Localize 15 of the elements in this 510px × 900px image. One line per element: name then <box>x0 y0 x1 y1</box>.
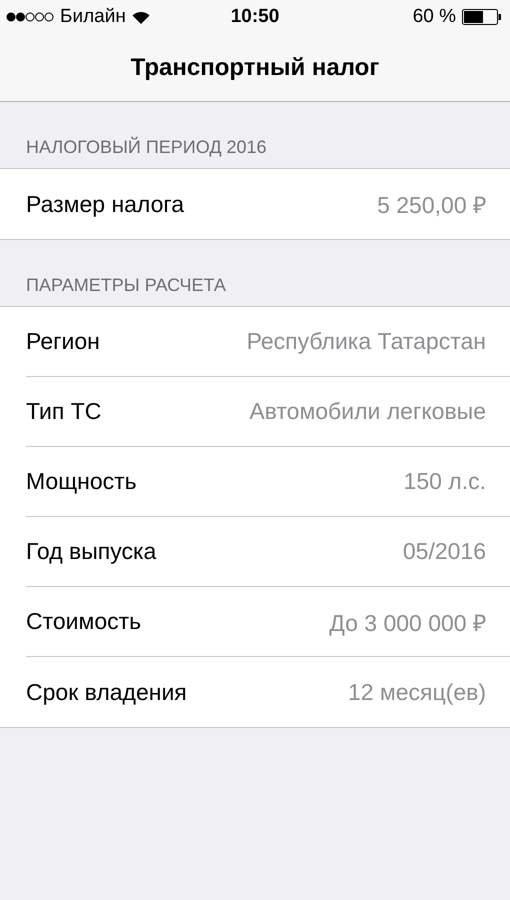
list-row[interactable]: Мощность 150 л.с. <box>26 447 510 517</box>
list-row[interactable]: Год выпуска 05/2016 <box>26 517 510 587</box>
battery-icon <box>462 9 502 25</box>
screen-title: Транспортный налог <box>130 54 380 82</box>
carrier-name: Билайн <box>60 6 126 28</box>
signal-icon <box>6 12 54 22</box>
wifi-icon <box>132 10 150 24</box>
list-row[interactable]: Срок владения 12 месяц(ев) <box>26 657 510 727</box>
list-row[interactable]: Регион Республика Татарстан <box>26 307 510 377</box>
list-row[interactable]: Стоимость До 3 000 000 ₽ <box>26 587 510 657</box>
section-header: ПАРАМЕТРЫ РАСЧЕТА <box>26 275 226 296</box>
status-time: 10:50 <box>230 6 280 28</box>
list-row[interactable]: Тип ТС Автомобили легковые <box>26 377 510 447</box>
section-header: НАЛОГОВЫЙ ПЕРИОД 2016 <box>26 137 267 158</box>
battery-percent: 60 % <box>412 6 456 28</box>
